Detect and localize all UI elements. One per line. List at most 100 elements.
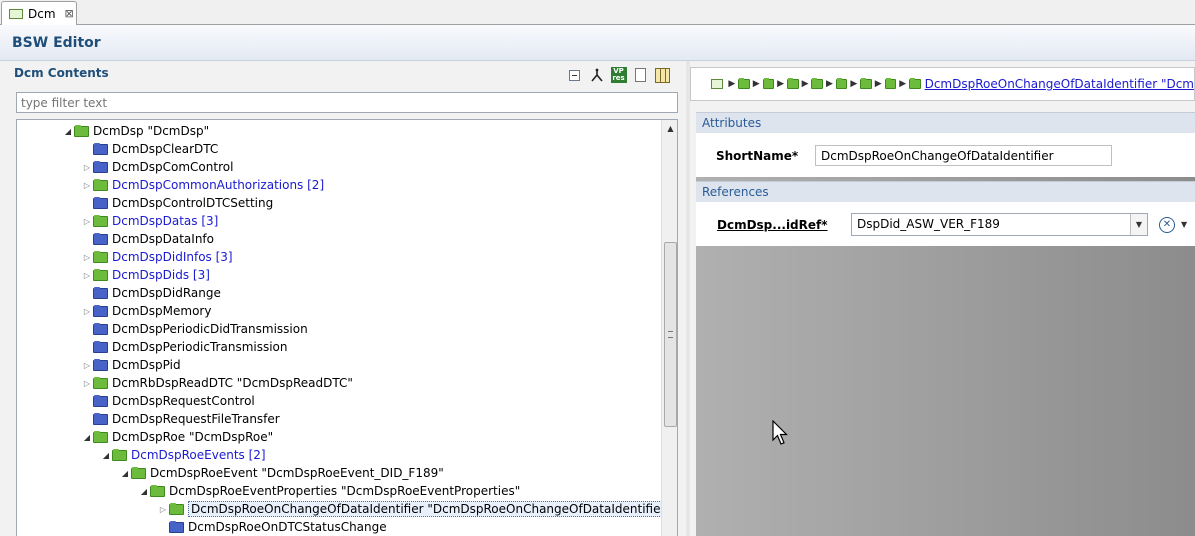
tab-dcm[interactable]: Dcm ⊠: [1, 1, 77, 25]
breadcrumb-separator-icon[interactable]: ▶: [753, 79, 760, 89]
breadcrumb-folder-icon[interactable]: [811, 78, 823, 89]
breadcrumb-folder-icon[interactable]: [909, 78, 921, 89]
breadcrumb-separator-icon[interactable]: ▶: [777, 79, 784, 89]
tree-row-label: DcmDspRoeOnDTCStatusChange: [188, 520, 387, 534]
tree-row-label: DcmDspRequestControl: [112, 394, 255, 408]
collapsed-arrow-icon[interactable]: ▷: [81, 379, 93, 388]
collapsed-arrow-icon[interactable]: ▷: [81, 253, 93, 262]
expanded-arrow-icon[interactable]: ◢: [138, 487, 150, 496]
tree-row[interactable]: ▷ DcmDspCommonAuthorizations [2]: [81, 176, 324, 194]
link-with-editor-icon: [590, 68, 603, 82]
attributes-section-header[interactable]: Attributes: [696, 112, 1195, 133]
blue-folder-icon: [93, 394, 108, 407]
tree-row[interactable]: ▷ DcmRbDspReadDTC "DcmDspReadDTC": [81, 374, 353, 392]
tree-row[interactable]: ▷ DcmDspRoeOnChangeOfDataIdentifier "DcmD…: [157, 500, 674, 518]
tree-row-label: DcmDspDids [3]: [112, 268, 210, 282]
blue-folder-icon: [93, 340, 108, 353]
blue-folder-icon: [93, 160, 108, 173]
dcm-module-icon: [9, 8, 23, 19]
tree-row[interactable]: DcmDspClearDTC: [81, 140, 218, 158]
breadcrumb-link[interactable]: DcmDspRoeOnChangeOfDataIdentifier "Dcm: [925, 77, 1194, 91]
breadcrumb-separator-icon[interactable]: ▶: [850, 79, 857, 89]
tree-row-label: DcmDspClearDTC: [112, 142, 219, 156]
mouse-pointer-icon: [772, 420, 788, 445]
tree-row-label: DcmDspRoeEvent "DcmDspRoeEvent_DID_F189": [150, 466, 444, 480]
tree-row[interactable]: ◢ DcmDsp "DcmDsp": [62, 122, 209, 140]
tree-row[interactable]: DcmDspRoeOnDTCStatusChange: [157, 518, 387, 536]
expanded-arrow-icon[interactable]: ◢: [119, 469, 131, 478]
green-folder-icon: [93, 178, 108, 191]
tree-row[interactable]: ◢ DcmDspRoeEvent "DcmDspRoeEvent_DID_F189…: [119, 464, 444, 482]
breadcrumb-folder-icon[interactable]: [860, 78, 872, 89]
tree-row[interactable]: DcmDspControlDTCSetting: [81, 194, 273, 212]
shortname-label: ShortName*: [716, 149, 799, 163]
tree-row[interactable]: DcmDspDataInfo: [81, 230, 214, 248]
blue-folder-icon: [93, 322, 108, 335]
contents-title: Dcm Contents: [14, 66, 109, 80]
collapsed-arrow-icon[interactable]: ▷: [81, 361, 93, 370]
tree-row[interactable]: ◢ DcmDspRoeEventProperties "DcmDspRoeEven…: [138, 482, 520, 500]
document-button[interactable]: [632, 67, 649, 84]
references-section-header[interactable]: References: [696, 181, 1195, 202]
did-ref-label[interactable]: DcmDsp...idRef*: [717, 218, 828, 232]
expanded-arrow-icon[interactable]: ◢: [100, 451, 112, 460]
reference-action-icon[interactable]: ✕: [1159, 217, 1175, 233]
tree-row-label: DcmDspDidRange: [112, 286, 221, 300]
breadcrumb-folder-icon[interactable]: [787, 78, 799, 89]
close-icon[interactable]: ⊠: [65, 7, 74, 20]
expanded-arrow-icon[interactable]: ◢: [81, 433, 93, 442]
breadcrumb-separator-icon[interactable]: ▶: [802, 79, 809, 89]
tree-row[interactable]: DcmDspPeriodicDidTransmission: [81, 320, 308, 338]
scroll-up-arrow-icon[interactable]: ▲: [662, 120, 677, 137]
collapsed-arrow-icon[interactable]: ▷: [81, 163, 93, 172]
blue-folder-icon: [93, 142, 108, 155]
attributes-section: ShortName*: [696, 133, 1195, 177]
expanded-arrow-icon[interactable]: ◢: [62, 127, 74, 136]
blue-folder-icon: [93, 196, 108, 209]
references-section: DcmDsp...idRef* DspDid_ASW_VER_F189 ▼ ✕ …: [696, 202, 1195, 246]
tree-row[interactable]: ▷ DcmDspDatas [3]: [81, 212, 218, 230]
grip-icon: [668, 331, 673, 338]
collapsed-arrow-icon[interactable]: ▷: [81, 307, 93, 316]
tree-row[interactable]: ▷ DcmDspDidInfos [3]: [81, 248, 233, 266]
breadcrumb-folder-icon[interactable]: [762, 78, 775, 89]
tree-row[interactable]: DcmDspDidRange: [81, 284, 221, 302]
breadcrumb-folder-icon[interactable]: [738, 78, 750, 89]
collapse-all-button[interactable]: [566, 67, 583, 84]
tree-row[interactable]: ◢ DcmDspRoe "DcmDspRoe": [81, 428, 273, 446]
table-view-button[interactable]: [654, 67, 671, 84]
blue-folder-icon: [169, 520, 184, 533]
breadcrumb-folder-icon[interactable]: [884, 78, 897, 89]
tree-row[interactable]: ▷ DcmDspMemory: [81, 302, 212, 320]
vp-res-button[interactable]: VP res: [610, 67, 627, 84]
tree-vertical-scrollbar[interactable]: ▲: [661, 120, 677, 536]
collapsed-arrow-icon[interactable]: ▷: [81, 217, 93, 226]
filter-input[interactable]: [16, 92, 678, 113]
table-view-icon: [655, 67, 670, 83]
breadcrumb-separator-icon[interactable]: ▶: [728, 79, 735, 89]
tree-row[interactable]: DcmDspPeriodicTransmission: [81, 338, 288, 356]
collapsed-arrow-icon[interactable]: ▷: [81, 181, 93, 190]
breadcrumb-separator-icon[interactable]: ▶: [875, 79, 882, 89]
did-ref-combo[interactable]: DspDid_ASW_VER_F189 ▼: [851, 213, 1148, 236]
chevron-down-icon[interactable]: ▼: [1130, 214, 1147, 235]
chevron-down-icon[interactable]: ▼: [1181, 220, 1187, 229]
tree-row[interactable]: ▷ DcmDspComControl: [81, 158, 234, 176]
link-with-editor-button[interactable]: [588, 67, 605, 84]
green-folder-icon: [112, 448, 127, 461]
shortname-input[interactable]: [815, 145, 1112, 166]
breadcrumb-separator-icon[interactable]: ▶: [826, 79, 833, 89]
tree-row[interactable]: ◢ DcmDspRoeEvents [2]: [100, 446, 266, 464]
tree-row[interactable]: DcmDspRequestFileTransfer: [81, 410, 280, 428]
contents-tree: ◢ DcmDsp "DcmDsp" DcmDspClearDTC ▷ DcmDspCom…: [16, 119, 678, 536]
editor-tab-strip: Dcm ⊠: [0, 0, 1195, 25]
tree-row[interactable]: DcmDspRequestControl: [81, 392, 255, 410]
collapsed-arrow-icon[interactable]: ▷: [157, 505, 169, 514]
breadcrumb-folder-icon[interactable]: [835, 78, 848, 89]
collapsed-arrow-icon[interactable]: ▷: [81, 271, 93, 280]
breadcrumb-separator-icon[interactable]: ▶: [899, 79, 906, 89]
scrollbar-thumb[interactable]: [664, 242, 677, 427]
tree-row[interactable]: ▷ DcmDspDids [3]: [81, 266, 210, 284]
dcm-module-icon[interactable]: [711, 79, 724, 89]
tree-row[interactable]: ▷ DcmDspPid: [81, 356, 181, 374]
